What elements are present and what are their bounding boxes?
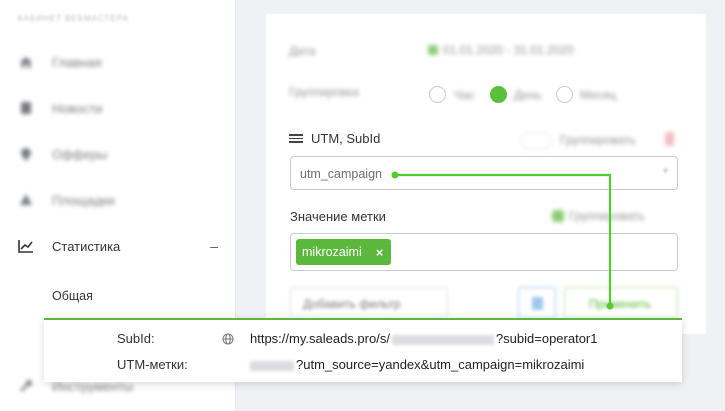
subid-url-suffix: ?subid=operator1	[495, 331, 598, 346]
add-filter-label: Добавить фильтр	[303, 297, 401, 311]
tag-label: mikrozaimi	[302, 245, 362, 259]
document-icon	[532, 297, 543, 310]
utm-select[interactable]: utm_campaign ▾	[290, 156, 678, 190]
sidebar-item-label: Офферы	[52, 146, 108, 162]
close-icon[interactable]: ×	[376, 245, 384, 260]
add-filter-button[interactable]: Добавить фильтр	[290, 287, 448, 319]
radio-day-label: День	[514, 88, 542, 102]
calendar-icon	[428, 45, 438, 55]
meta-group-label: Группировать	[569, 209, 645, 223]
subid-row: SubId: https://my.saleads.pro/s/ ?subid=o…	[44, 329, 682, 349]
utm-title-label: UTM, SubId	[311, 131, 381, 146]
subid-url[interactable]: https://my.saleads.pro/s/ ?subid=operator…	[250, 331, 598, 346]
subid-label: SubId:	[117, 331, 155, 346]
sidebar-item-offers[interactable]: Офферы	[18, 144, 218, 164]
sidebar-item-statistics[interactable]: Статистика –	[18, 236, 218, 256]
news-icon	[18, 101, 34, 115]
sidebar-item-label: Статистика	[52, 238, 121, 254]
redacted-segment	[391, 334, 494, 345]
radio-day[interactable]	[490, 86, 507, 103]
utm-select-value: utm_campaign	[300, 167, 382, 181]
home-icon	[18, 55, 34, 69]
sidebar-header: Кабинет вебмастера	[18, 14, 129, 23]
sidebar-item-label: Новости	[52, 100, 103, 116]
export-button[interactable]	[518, 287, 556, 319]
sidebar-item-home[interactable]: Главная	[18, 52, 218, 72]
sidebar-item-platforms[interactable]: Площадки	[18, 190, 218, 210]
sidebar-item-label: Главная	[52, 54, 102, 70]
delete-icon[interactable]	[665, 132, 674, 146]
platforms-icon	[18, 193, 34, 207]
link-overlay: SubId: https://my.saleads.pro/s/ ?subid=o…	[44, 318, 682, 382]
tag-chip: mikrozaimi ×	[296, 239, 392, 265]
chart-icon	[18, 239, 34, 253]
chevron-down-icon: ▾	[662, 166, 668, 177]
collapse-toggle[interactable]: –	[210, 238, 218, 254]
radio-hour[interactable]	[429, 86, 446, 103]
apply-button[interactable]: Применить	[564, 287, 678, 319]
utm-url-suffix: ?utm_source=yandex&utm_campaign=mikrozai…	[296, 357, 585, 372]
tag-input[interactable]: mikrozaimi ×	[290, 233, 678, 271]
tools-icon	[18, 379, 34, 393]
radio-month-label: Месяц	[580, 88, 617, 102]
utm-section-title: UTM, SubId	[289, 131, 380, 146]
menu-icon	[289, 132, 303, 145]
utm-group-label: Группировать	[560, 133, 636, 147]
date-value: 01.01.2020 - 31.01.2020	[443, 43, 574, 57]
offers-icon	[18, 147, 34, 161]
meta-group-check[interactable]: Группировать	[552, 209, 645, 223]
group-label: Группировка	[289, 85, 359, 99]
sidebar-item-label: Площадки	[52, 192, 115, 208]
utm-group-toggle[interactable]	[520, 132, 552, 149]
date-label: Дата	[289, 44, 316, 58]
meta-value-label: Значение метки	[290, 209, 386, 224]
checkbox-icon	[552, 210, 564, 222]
subid-url-prefix: https://my.saleads.pro/s/	[250, 331, 390, 346]
utm-row: UTM-метки: ?utm_source=yandex&utm_campai…	[44, 355, 682, 375]
radio-hour-label: Час	[454, 88, 475, 102]
radio-month[interactable]	[556, 86, 573, 103]
date-field[interactable]: 01.01.2020 - 31.01.2020	[428, 43, 574, 57]
globe-icon	[222, 332, 234, 350]
apply-label: Применить	[589, 297, 652, 311]
utm-label: UTM-метки:	[117, 357, 188, 372]
redacted-segment	[250, 360, 294, 371]
sidebar-item-news[interactable]: Новости	[18, 98, 218, 118]
sidebar-subitem-general[interactable]: Общая	[52, 289, 93, 303]
utm-url[interactable]: ?utm_source=yandex&utm_campaign=mikrozai…	[250, 357, 584, 372]
